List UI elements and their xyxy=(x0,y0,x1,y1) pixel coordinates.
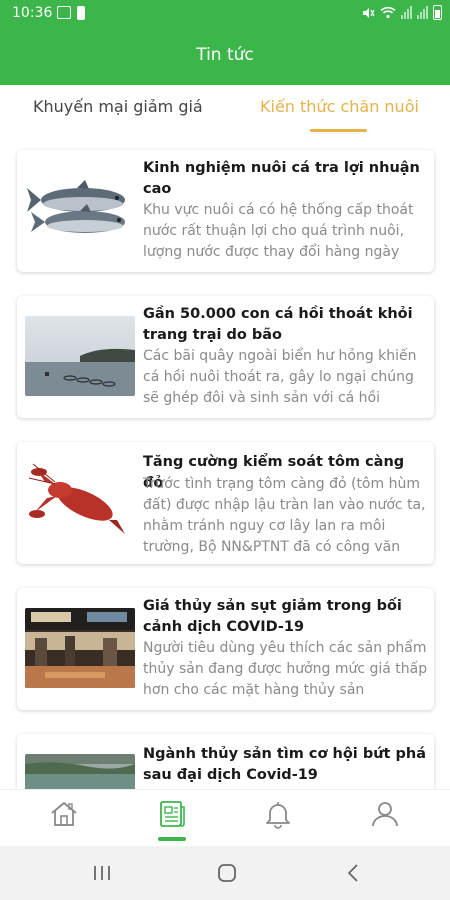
battery-notification-icon xyxy=(77,6,85,20)
signal-icon-2 xyxy=(417,6,428,19)
home-icon xyxy=(51,802,77,826)
active-nav-indicator xyxy=(158,837,186,841)
article-thumbnail-seafood-market xyxy=(25,608,135,688)
user-icon xyxy=(372,802,398,827)
status-notification-icons xyxy=(57,6,85,20)
article-card[interactable]: Tăng cường kiểm soát tôm càng đỏ Trước t… xyxy=(17,442,434,564)
home-button[interactable] xyxy=(215,862,239,884)
article-description: Khu vực nuôi cá có hệ thống cấp thoát nư… xyxy=(143,202,414,260)
back-chevron-icon xyxy=(348,864,358,882)
nav-news[interactable] xyxy=(156,798,188,830)
article-thumbnail-pangasius xyxy=(25,170,135,250)
article-card[interactable]: Kinh nghiệm nuôi cá tra lợi nhuận cao Kh… xyxy=(17,150,434,272)
news-icon xyxy=(160,801,185,827)
signal-icon xyxy=(401,6,412,19)
article-title: Ngành thủy sản tìm cơ hội bứt phá sau đạ… xyxy=(143,746,426,783)
status-bar: 10:36 xyxy=(0,0,450,28)
tab-promotions[interactable]: Khuyến mại giảm giá xyxy=(33,97,203,116)
nav-profile[interactable] xyxy=(369,798,401,830)
article-thumbnail-salmon-farm xyxy=(25,316,135,396)
page-title: Tin tức xyxy=(196,45,254,65)
status-time: 10:36 xyxy=(12,5,53,21)
mute-icon xyxy=(363,7,375,18)
recent-apps-button[interactable] xyxy=(90,862,114,884)
image-notification-icon xyxy=(57,6,71,19)
article-description: Các bãi quây ngoài biển hư hỏng khiến cá… xyxy=(143,348,417,406)
article-thumbnail-crayfish xyxy=(25,462,135,542)
system-navigation-bar xyxy=(0,846,450,900)
article-title: Giá thủy sản sụt giảm trong bối cảnh dịc… xyxy=(143,598,402,635)
article-title: Gần 50.000 con cá hồi thoát khỏi trang t… xyxy=(143,306,413,343)
article-title: Kinh nghiệm nuôi cá tra lợi nhuận cao xyxy=(143,160,420,197)
battery-icon xyxy=(433,5,442,20)
bottom-navigation xyxy=(0,789,450,846)
article-card[interactable]: Ngành thủy sản tìm cơ hội bứt phá sau đạ… xyxy=(17,734,434,789)
article-thumbnail-lake xyxy=(25,754,135,789)
nav-home[interactable] xyxy=(48,798,80,830)
home-circle-icon xyxy=(218,864,236,882)
back-button[interactable] xyxy=(342,862,366,884)
nav-notifications[interactable] xyxy=(262,798,294,830)
status-system-icons xyxy=(361,5,442,20)
wifi-icon xyxy=(380,6,396,19)
article-card[interactable]: Gần 50.000 con cá hồi thoát khỏi trang t… xyxy=(17,296,434,418)
category-tabs: Khuyến mại giảm giá Kiến thức chăn nuôi xyxy=(0,85,450,133)
article-list[interactable]: Kinh nghiệm nuôi cá tra lợi nhuận cao Kh… xyxy=(0,137,450,789)
article-card[interactable]: Giá thủy sản sụt giảm trong bối cảnh dịc… xyxy=(17,588,434,710)
article-description: Người tiêu dùng yêu thích các sản phẩm t… xyxy=(143,640,428,698)
recent-apps-icon xyxy=(94,866,110,880)
active-tab-indicator xyxy=(310,129,367,132)
bell-icon xyxy=(266,802,290,829)
app-header: 10:36 Tin tức xyxy=(0,0,450,85)
tab-farming-knowledge[interactable]: Kiến thức chăn nuôi xyxy=(260,97,419,116)
article-description: Trước tình trạng tôm càng đỏ (tôm hùm đấ… xyxy=(143,476,426,555)
